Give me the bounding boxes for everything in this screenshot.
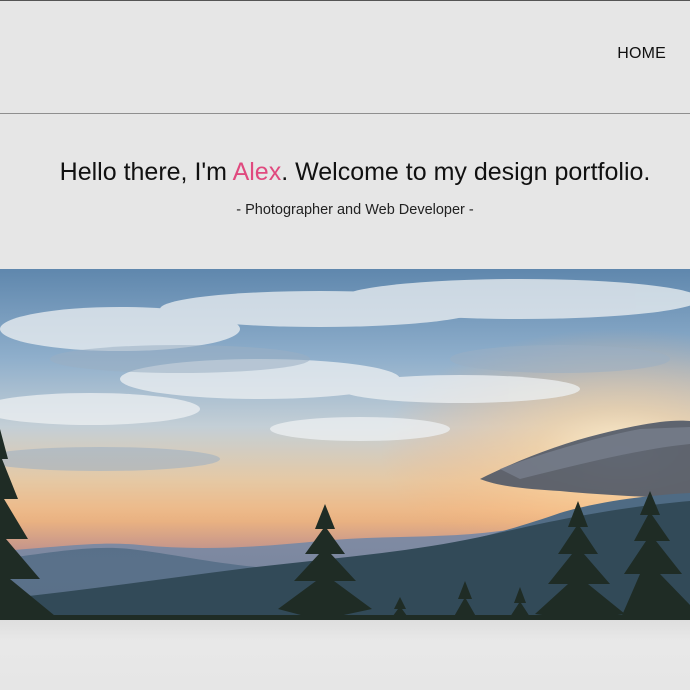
hero-headline: Hello there, I'm Alex. Welcome to my des… xyxy=(0,158,690,187)
headline-welcome: . Welcome to my design portfolio. xyxy=(281,158,651,186)
headline-greeting: Hello there, I'm xyxy=(59,158,233,186)
hero-subtitle: - Photographer and Web Developer - xyxy=(236,202,474,218)
nav-home-link[interactable]: HOME xyxy=(617,45,666,63)
banner-image xyxy=(0,269,690,620)
hero-section: Hello there, I'm Alex. Welcome to my des… xyxy=(0,114,690,269)
page: HOME Hello there, I'm Alex. Welcome to m… xyxy=(0,0,690,690)
headline-name: Alex xyxy=(232,158,282,186)
mountain-sunset-photo xyxy=(0,269,690,620)
navbar: HOME xyxy=(0,1,690,114)
footer-area xyxy=(0,620,690,690)
